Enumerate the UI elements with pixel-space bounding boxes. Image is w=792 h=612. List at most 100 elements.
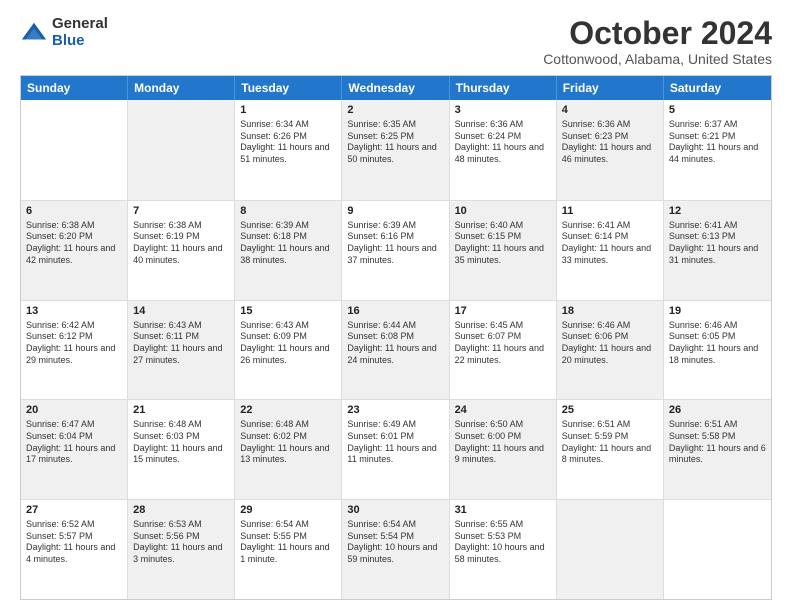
calendar-header-cell: Sunday — [21, 76, 128, 100]
calendar-cell — [557, 500, 664, 599]
day-number: 15 — [240, 304, 336, 319]
cell-info: Sunrise: 6:54 AM Sunset: 5:55 PM Dayligh… — [240, 519, 336, 566]
calendar-cell: 30Sunrise: 6:54 AM Sunset: 5:54 PM Dayli… — [342, 500, 449, 599]
day-number: 2 — [347, 103, 443, 118]
cell-info: Sunrise: 6:37 AM Sunset: 6:21 PM Dayligh… — [669, 119, 766, 166]
cell-info: Sunrise: 6:54 AM Sunset: 5:54 PM Dayligh… — [347, 519, 443, 566]
calendar-header-cell: Thursday — [450, 76, 557, 100]
cell-info: Sunrise: 6:53 AM Sunset: 5:56 PM Dayligh… — [133, 519, 229, 566]
calendar-cell: 8Sunrise: 6:39 AM Sunset: 6:18 PM Daylig… — [235, 201, 342, 300]
calendar-cell — [128, 100, 235, 200]
calendar-header-cell: Friday — [557, 76, 664, 100]
calendar-header-cell: Wednesday — [342, 76, 449, 100]
cell-info: Sunrise: 6:55 AM Sunset: 5:53 PM Dayligh… — [455, 519, 551, 566]
calendar-cell: 2Sunrise: 6:35 AM Sunset: 6:25 PM Daylig… — [342, 100, 449, 200]
cell-info: Sunrise: 6:48 AM Sunset: 6:03 PM Dayligh… — [133, 419, 229, 466]
cell-info: Sunrise: 6:46 AM Sunset: 6:05 PM Dayligh… — [669, 320, 766, 367]
calendar-cell — [664, 500, 771, 599]
calendar-cell: 22Sunrise: 6:48 AM Sunset: 6:02 PM Dayli… — [235, 400, 342, 499]
day-number: 11 — [562, 204, 658, 219]
day-number: 10 — [455, 204, 551, 219]
cell-info: Sunrise: 6:42 AM Sunset: 6:12 PM Dayligh… — [26, 320, 122, 367]
day-number: 31 — [455, 503, 551, 518]
day-number: 6 — [26, 204, 122, 219]
title-block: October 2024 Cottonwood, Alabama, United… — [543, 16, 772, 67]
calendar-header: SundayMondayTuesdayWednesdayThursdayFrid… — [21, 76, 771, 100]
cell-info: Sunrise: 6:44 AM Sunset: 6:08 PM Dayligh… — [347, 320, 443, 367]
calendar-header-cell: Tuesday — [235, 76, 342, 100]
page: General Blue October 2024 Cottonwood, Al… — [0, 0, 792, 612]
day-number: 4 — [562, 103, 658, 118]
calendar-cell: 21Sunrise: 6:48 AM Sunset: 6:03 PM Dayli… — [128, 400, 235, 499]
calendar-row: 1Sunrise: 6:34 AM Sunset: 6:26 PM Daylig… — [21, 100, 771, 200]
cell-info: Sunrise: 6:39 AM Sunset: 6:18 PM Dayligh… — [240, 220, 336, 267]
calendar-body: 1Sunrise: 6:34 AM Sunset: 6:26 PM Daylig… — [21, 100, 771, 599]
calendar-cell: 24Sunrise: 6:50 AM Sunset: 6:00 PM Dayli… — [450, 400, 557, 499]
cell-info: Sunrise: 6:39 AM Sunset: 6:16 PM Dayligh… — [347, 220, 443, 267]
calendar-row: 6Sunrise: 6:38 AM Sunset: 6:20 PM Daylig… — [21, 200, 771, 300]
cell-info: Sunrise: 6:51 AM Sunset: 5:58 PM Dayligh… — [669, 419, 766, 466]
cell-info: Sunrise: 6:38 AM Sunset: 6:20 PM Dayligh… — [26, 220, 122, 267]
day-number: 20 — [26, 403, 122, 418]
logo-general: General — [52, 16, 108, 33]
day-number: 5 — [669, 103, 766, 118]
calendar-cell: 9Sunrise: 6:39 AM Sunset: 6:16 PM Daylig… — [342, 201, 449, 300]
calendar-cell: 29Sunrise: 6:54 AM Sunset: 5:55 PM Dayli… — [235, 500, 342, 599]
logo: General Blue — [20, 16, 108, 49]
calendar-cell: 25Sunrise: 6:51 AM Sunset: 5:59 PM Dayli… — [557, 400, 664, 499]
calendar-row: 20Sunrise: 6:47 AM Sunset: 6:04 PM Dayli… — [21, 399, 771, 499]
calendar-header-cell: Monday — [128, 76, 235, 100]
day-number: 21 — [133, 403, 229, 418]
cell-info: Sunrise: 6:36 AM Sunset: 6:24 PM Dayligh… — [455, 119, 551, 166]
day-number: 23 — [347, 403, 443, 418]
day-number: 17 — [455, 304, 551, 319]
calendar-cell: 17Sunrise: 6:45 AM Sunset: 6:07 PM Dayli… — [450, 301, 557, 400]
logo-icon — [20, 19, 48, 47]
day-number: 1 — [240, 103, 336, 118]
day-number: 27 — [26, 503, 122, 518]
calendar-cell: 15Sunrise: 6:43 AM Sunset: 6:09 PM Dayli… — [235, 301, 342, 400]
cell-info: Sunrise: 6:35 AM Sunset: 6:25 PM Dayligh… — [347, 119, 443, 166]
logo-blue: Blue — [52, 33, 108, 50]
calendar-cell: 28Sunrise: 6:53 AM Sunset: 5:56 PM Dayli… — [128, 500, 235, 599]
day-number: 25 — [562, 403, 658, 418]
calendar: SundayMondayTuesdayWednesdayThursdayFrid… — [20, 75, 772, 600]
main-title: October 2024 — [543, 16, 772, 51]
cell-info: Sunrise: 6:48 AM Sunset: 6:02 PM Dayligh… — [240, 419, 336, 466]
calendar-cell: 11Sunrise: 6:41 AM Sunset: 6:14 PM Dayli… — [557, 201, 664, 300]
day-number: 22 — [240, 403, 336, 418]
day-number: 9 — [347, 204, 443, 219]
calendar-cell: 1Sunrise: 6:34 AM Sunset: 6:26 PM Daylig… — [235, 100, 342, 200]
day-number: 30 — [347, 503, 443, 518]
cell-info: Sunrise: 6:43 AM Sunset: 6:11 PM Dayligh… — [133, 320, 229, 367]
calendar-cell: 7Sunrise: 6:38 AM Sunset: 6:19 PM Daylig… — [128, 201, 235, 300]
calendar-cell: 5Sunrise: 6:37 AM Sunset: 6:21 PM Daylig… — [664, 100, 771, 200]
day-number: 16 — [347, 304, 443, 319]
calendar-row: 27Sunrise: 6:52 AM Sunset: 5:57 PM Dayli… — [21, 499, 771, 599]
cell-info: Sunrise: 6:41 AM Sunset: 6:13 PM Dayligh… — [669, 220, 766, 267]
calendar-cell: 13Sunrise: 6:42 AM Sunset: 6:12 PM Dayli… — [21, 301, 128, 400]
subtitle: Cottonwood, Alabama, United States — [543, 51, 772, 67]
cell-info: Sunrise: 6:49 AM Sunset: 6:01 PM Dayligh… — [347, 419, 443, 466]
calendar-cell: 6Sunrise: 6:38 AM Sunset: 6:20 PM Daylig… — [21, 201, 128, 300]
cell-info: Sunrise: 6:41 AM Sunset: 6:14 PM Dayligh… — [562, 220, 658, 267]
cell-info: Sunrise: 6:40 AM Sunset: 6:15 PM Dayligh… — [455, 220, 551, 267]
cell-info: Sunrise: 6:36 AM Sunset: 6:23 PM Dayligh… — [562, 119, 658, 166]
day-number: 14 — [133, 304, 229, 319]
day-number: 8 — [240, 204, 336, 219]
calendar-cell: 19Sunrise: 6:46 AM Sunset: 6:05 PM Dayli… — [664, 301, 771, 400]
cell-info: Sunrise: 6:52 AM Sunset: 5:57 PM Dayligh… — [26, 519, 122, 566]
header: General Blue October 2024 Cottonwood, Al… — [20, 16, 772, 67]
calendar-cell — [21, 100, 128, 200]
cell-info: Sunrise: 6:50 AM Sunset: 6:00 PM Dayligh… — [455, 419, 551, 466]
cell-info: Sunrise: 6:45 AM Sunset: 6:07 PM Dayligh… — [455, 320, 551, 367]
calendar-cell: 23Sunrise: 6:49 AM Sunset: 6:01 PM Dayli… — [342, 400, 449, 499]
calendar-cell: 12Sunrise: 6:41 AM Sunset: 6:13 PM Dayli… — [664, 201, 771, 300]
calendar-cell: 27Sunrise: 6:52 AM Sunset: 5:57 PM Dayli… — [21, 500, 128, 599]
day-number: 7 — [133, 204, 229, 219]
day-number: 13 — [26, 304, 122, 319]
day-number: 24 — [455, 403, 551, 418]
day-number: 18 — [562, 304, 658, 319]
day-number: 26 — [669, 403, 766, 418]
day-number: 28 — [133, 503, 229, 518]
